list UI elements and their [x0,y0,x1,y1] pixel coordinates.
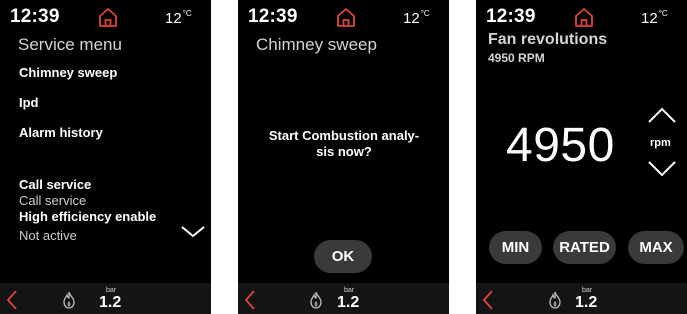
menu-item-call-service[interactable]: Call service [19,177,91,192]
rated-button[interactable]: RATED [553,231,616,264]
increase-chevron-icon[interactable] [647,106,677,129]
outdoor-temperature: 12°C [403,9,430,27]
pressure-unit: bar [582,287,593,294]
menu-item-high-efficiency-value: Not active [19,228,77,243]
outdoor-temperature: 12°C [641,9,668,27]
home-icon[interactable] [97,6,119,28]
page-title: Fan revolutions [488,31,608,48]
ok-button[interactable]: OK [314,240,372,273]
pressure-value: 1.2 [337,294,360,311]
menu-item-ipd[interactable]: Ipd [19,95,39,110]
flame-icon [61,291,77,309]
pressure-unit: bar [344,287,355,294]
rpm-value: 4950 [506,119,615,172]
back-arrow-icon[interactable] [243,289,257,311]
pressure-value: 1.2 [99,294,122,311]
home-icon[interactable] [335,6,357,28]
status-bar: 12:39 12°C [238,4,449,30]
bottom-bar: bar 1.2 [0,283,211,314]
bottom-bar: bar 1.2 [238,283,449,314]
home-icon[interactable] [573,6,595,28]
pressure-unit: bar [106,287,117,294]
clock: 12:39 [248,6,298,27]
flame-icon [547,291,563,309]
scroll-down-chevron-icon[interactable] [180,225,206,244]
current-rpm: 4950 RPM [488,51,545,65]
menu-item-alarm-history[interactable]: Alarm history [19,125,103,140]
pressure-value: 1.2 [575,294,598,311]
status-bar: 12:39 12°C [476,4,687,30]
outdoor-temperature: 12°C [165,9,192,27]
chimney-sweep-screen: 12:39 12°C Chimney sweep Start Combustio… [238,0,449,314]
back-arrow-icon[interactable] [481,289,495,311]
menu-item-high-efficiency[interactable]: High efficiency enable [19,209,156,224]
clock: 12:39 [486,6,536,27]
bottom-bar: bar 1.2 [476,283,687,314]
decrease-chevron-icon[interactable] [647,160,677,183]
service-menu-screen: 12:39 12°C Service menu Chimney sweep Ip… [0,0,211,314]
max-button[interactable]: MAX [628,231,684,264]
menu-item-call-service-value: Call service [19,193,87,208]
min-button[interactable]: MIN [489,231,542,264]
page-title: Chimney sweep [256,35,377,54]
status-bar: 12:39 12°C [0,4,211,30]
fan-revolutions-screen: 12:39 12°C Fan revolutions 4950 RPM 4950… [476,0,687,314]
clock: 12:39 [10,6,60,27]
confirmation-message: Start Combustion analy-sis now? [268,128,420,159]
menu-item-chimney-sweep[interactable]: Chimney sweep [19,65,117,80]
back-arrow-icon[interactable] [5,289,19,311]
page-title: Service menu [18,35,122,54]
flame-icon [308,291,324,309]
rpm-unit: rpm [650,137,671,149]
